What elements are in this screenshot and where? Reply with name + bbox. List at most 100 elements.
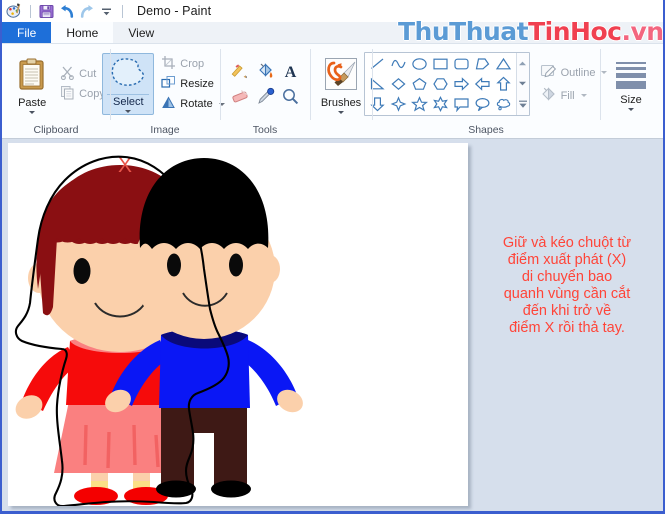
customize-qat-icon[interactable] — [98, 3, 115, 20]
quick-access-toolbar — [6, 3, 127, 20]
outline-icon — [540, 63, 557, 83]
shape-down-arrow[interactable] — [367, 94, 388, 114]
shape-four-point-star[interactable] — [388, 94, 409, 114]
image-group-label: Image — [150, 124, 180, 136]
size-icon — [616, 60, 646, 89]
rotate-button[interactable]: Rotate — [159, 94, 226, 114]
size-label: Size — [620, 94, 642, 106]
shape-left-arrow[interactable] — [472, 74, 493, 94]
canvas-artwork: X — [14, 154, 303, 506]
outline-button[interactable]: Outline — [538, 61, 610, 84]
color-picker-icon[interactable] — [253, 85, 277, 109]
outline-label: Outline — [560, 66, 596, 79]
size-button[interactable]: Size — [609, 57, 653, 111]
select-button[interactable]: Select — [102, 53, 155, 115]
cut-label: Cut — [79, 68, 97, 80]
ribbon-group-image: Select Crop Resize Rotate Image — [102, 44, 225, 138]
shape-rectangle[interactable] — [430, 54, 451, 74]
shapes-scroll-down-icon[interactable] — [517, 75, 528, 92]
rotate-icon — [161, 95, 176, 113]
copy-icon — [60, 85, 75, 103]
size-bar-1 — [616, 62, 646, 64]
paste-dropdown-caret[interactable] — [29, 110, 36, 114]
tab-view[interactable]: View — [113, 22, 169, 43]
shapes-grid — [365, 53, 516, 115]
paint-window: Demo - Paint File Home View ThuThuatTinH… — [0, 0, 665, 514]
shape-hexagon[interactable] — [430, 74, 451, 94]
shape-five-point-star[interactable] — [409, 94, 430, 114]
paste-icon — [17, 58, 47, 96]
shape-up-arrow[interactable] — [493, 74, 514, 94]
shape-rounded-callout[interactable] — [451, 94, 472, 114]
size-dropdown-caret[interactable] — [628, 108, 634, 111]
magnifier-icon[interactable] — [278, 85, 302, 109]
shape-polygon[interactable] — [472, 54, 493, 74]
fill-bucket-icon[interactable] — [253, 60, 277, 84]
ribbon-tabs: File Home View — [2, 22, 663, 44]
save-icon[interactable] — [38, 3, 55, 20]
shape-right-triangle[interactable] — [367, 74, 388, 94]
clipboard-group-label: Clipboard — [33, 124, 79, 136]
shape-rounded-rectangle[interactable] — [451, 54, 472, 74]
fill-dropdown-caret[interactable] — [580, 94, 587, 97]
pencil-icon[interactable] — [228, 60, 252, 84]
size-bar-4 — [616, 81, 646, 89]
svg-text:A: A — [284, 64, 296, 81]
window-title: Demo - Paint — [137, 4, 212, 18]
free-form-select-icon — [107, 56, 149, 93]
shape-cloud-callout[interactable] — [493, 94, 514, 114]
instruction-line-3: di chuyển bao — [521, 269, 613, 285]
shape-pentagon[interactable] — [409, 74, 430, 94]
shape-oval[interactable] — [409, 54, 430, 74]
brushes-group-label — [310, 122, 372, 138]
shape-curve[interactable] — [388, 54, 409, 74]
shape-oval-callout[interactable] — [472, 94, 493, 114]
shapes-scrollbar[interactable] — [515, 53, 529, 115]
fill-icon — [540, 86, 557, 106]
workspace: X Giữ và kéo chuột từ điểm xuất phát (X)… — [2, 139, 663, 511]
instruction-line-6: điểm X rồi thả tay. — [509, 320, 625, 336]
title-bar: Demo - Paint — [2, 0, 663, 22]
crop-button[interactable]: Crop — [159, 54, 226, 74]
shape-line[interactable] — [367, 54, 388, 74]
select-dropdown-caret[interactable] — [125, 110, 132, 113]
shape-diamond[interactable] — [388, 74, 409, 94]
fill-button[interactable]: Fill — [538, 84, 610, 107]
shapes-expand-icon[interactable] — [517, 96, 528, 113]
brushes-dropdown-caret[interactable] — [338, 111, 344, 114]
shapes-gallery — [363, 52, 530, 116]
instruction-text: Giữ và kéo chuột từ điểm xuất phát (X) d… — [468, 235, 663, 337]
size-group-label — [600, 122, 662, 138]
resize-button[interactable]: Resize — [159, 74, 226, 94]
text-icon[interactable]: A — [278, 60, 302, 84]
ribbon: Paste Cut Copy Clipboard Select Crop Res… — [2, 44, 663, 139]
select-label: Select — [113, 96, 144, 108]
shape-right-arrow[interactable] — [451, 74, 472, 94]
paste-button[interactable]: Paste — [10, 55, 54, 114]
paint-app-icon[interactable] — [6, 3, 23, 20]
shape-six-point-star[interactable] — [430, 94, 451, 114]
tools-group-label: Tools — [252, 124, 278, 136]
crop-label: Crop — [180, 58, 205, 70]
brush-icon — [324, 57, 358, 96]
undo-icon[interactable] — [58, 3, 75, 20]
tab-home[interactable]: Home — [51, 22, 114, 43]
fill-label: Fill — [560, 89, 575, 102]
size-bar-3 — [616, 73, 646, 78]
redo-icon[interactable] — [78, 3, 95, 20]
ribbon-group-shapes: Outline Fill Shapes — [363, 44, 608, 138]
ribbon-group-tools: A Tools — [220, 44, 310, 138]
resize-label: Resize — [180, 78, 214, 90]
instruction-line-5: đến khi trở về — [522, 303, 612, 319]
qat-separator-2 — [122, 4, 123, 18]
size-bar-2 — [616, 67, 646, 70]
eraser-icon[interactable] — [228, 85, 252, 109]
shape-triangle[interactable] — [493, 54, 514, 74]
crop-icon — [161, 55, 176, 73]
rotate-label: Rotate — [180, 98, 213, 110]
shapes-scroll-up-icon[interactable] — [517, 55, 528, 72]
ribbon-group-clipboard: Paste Cut Copy Clipboard — [2, 44, 110, 138]
drawing-canvas[interactable]: X — [8, 143, 468, 506]
tools-grid: A — [228, 60, 302, 109]
tab-file[interactable]: File — [2, 22, 52, 43]
